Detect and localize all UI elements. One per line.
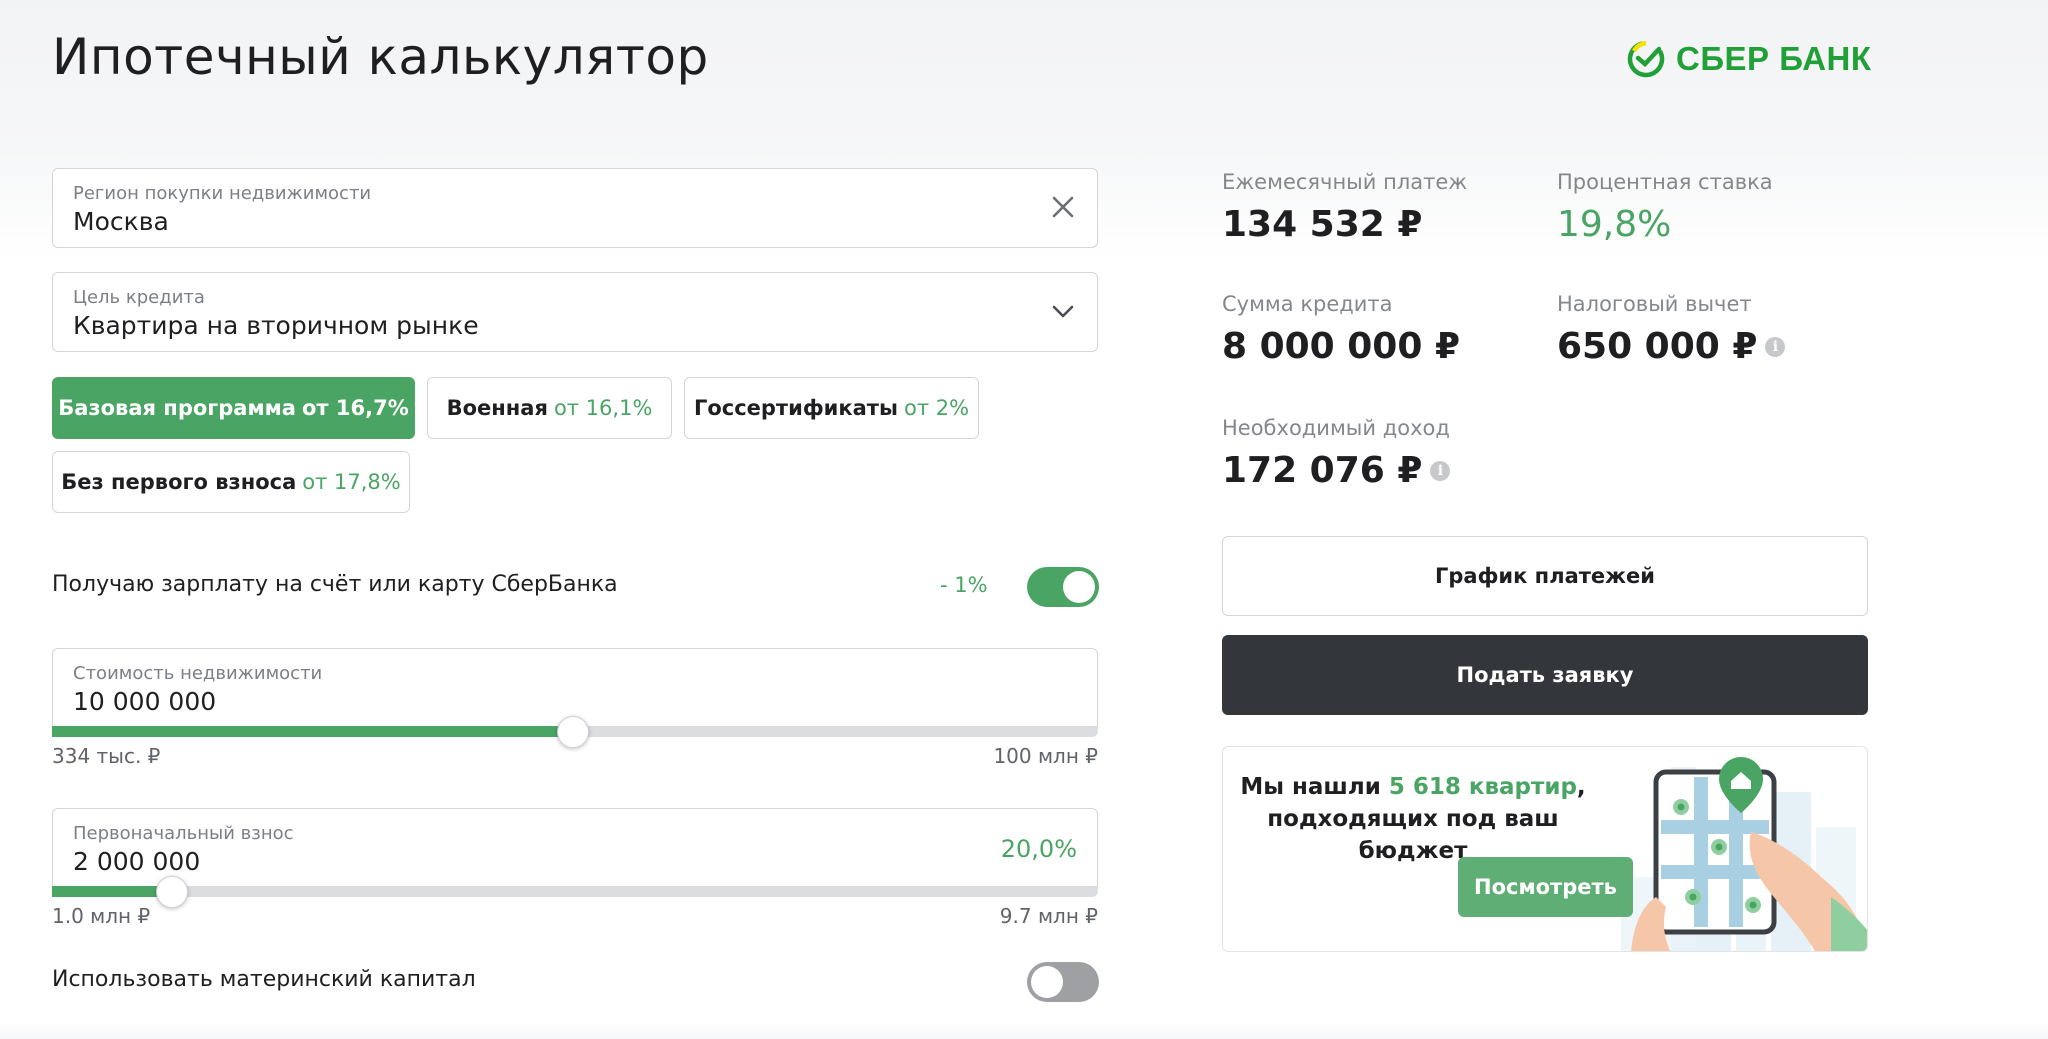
promo-highlight: 5 618 квартир <box>1388 774 1577 800</box>
info-icon[interactable]: i <box>1765 336 1786 357</box>
region-value: Москва <box>73 207 169 236</box>
monthly-payment-value: 134 532 ₽ <box>1222 204 1422 245</box>
program-name: Военная <box>446 396 548 420</box>
down-payment-slider[interactable] <box>52 876 1098 908</box>
toggle-knob <box>1063 571 1095 603</box>
down-payment-max: 9.7 млн ₽ <box>999 904 1098 928</box>
slider-thumb[interactable] <box>556 716 589 748</box>
program-chip-no-down-payment[interactable]: Без первого взноса от 17,8% <box>52 451 410 513</box>
brand-name: СБЕР БАНК <box>1676 40 1872 77</box>
promo-text-before: Мы нашли <box>1240 774 1389 800</box>
program-chip-military[interactable]: Военная от 16,1% <box>427 377 672 439</box>
loan-amount-label: Сумма кредита <box>1222 292 1393 316</box>
purpose-value: Квартира на вторичном рынке <box>73 311 479 340</box>
loan-amount-amount: 8 000 000 ₽ <box>1222 326 1460 367</box>
program-rate: от 2% <box>903 396 970 420</box>
region-label: Регион покупки недвижимости <box>73 183 372 204</box>
down-payment-field[interactable]: Первоначальный взнос 2 000 000 20,0% <box>52 808 1098 888</box>
apply-button[interactable]: Подать заявку <box>1222 635 1868 715</box>
purpose-select[interactable]: Цель кредита Квартира на вторичном рынке <box>52 272 1098 352</box>
promo-line2: подходящих под ваш бюджет <box>1267 806 1559 864</box>
chevron-down-icon[interactable] <box>1047 295 1079 327</box>
map-phone-illustration <box>1621 757 1867 951</box>
required-income-label: Необходимый доход <box>1222 416 1450 440</box>
purpose-label: Цель кредита <box>73 287 205 308</box>
program-rate: от 16,1% <box>553 396 653 420</box>
loan-amount-value: 8 000 000 ₽ <box>1222 326 1460 367</box>
down-payment-percent: 20,0% <box>1000 835 1077 863</box>
promo-text: Мы нашли 5 618 квартир, подходящих под в… <box>1223 771 1603 867</box>
salary-toggle[interactable] <box>1027 567 1099 607</box>
program-chip-certificates[interactable]: Госсертификаты от 2% <box>684 377 979 439</box>
property-cost-input[interactable]: 10 000 000 <box>73 687 216 716</box>
tax-deduction-amount: 650 000 ₽ <box>1557 326 1758 367</box>
slider-fill <box>52 726 572 737</box>
property-cost-label: Стоимость недвижимости <box>73 663 323 684</box>
program-chip-basic[interactable]: Базовая программа от 16,7% <box>52 377 415 439</box>
tax-deduction-label: Налоговый вычет <box>1557 292 1752 316</box>
region-field[interactable]: Регион покупки недвижимости Москва <box>52 168 1098 248</box>
promo-card: Мы нашли 5 618 квартир, подходящих под в… <box>1222 746 1868 952</box>
down-payment-input[interactable]: 2 000 000 <box>73 847 200 876</box>
property-cost-min: 334 тыс. ₽ <box>52 744 161 768</box>
view-apartments-button[interactable]: Посмотреть <box>1458 857 1633 917</box>
down-payment-min: 1.0 млн ₽ <box>52 904 151 928</box>
promo-text-after: , <box>1576 774 1586 800</box>
sber-logo-icon <box>1627 40 1665 78</box>
required-income-amount: 172 076 ₽ <box>1222 450 1423 491</box>
sber-logo[interactable]: СБЕР БАНК <box>1626 38 1872 80</box>
down-payment-label: Первоначальный взнос <box>73 823 294 844</box>
program-name: Базовая программа <box>58 396 296 420</box>
slider-thumb[interactable] <box>156 876 189 908</box>
maternity-capital-toggle[interactable] <box>1027 962 1099 1002</box>
property-cost-slider[interactable] <box>52 716 1098 748</box>
info-icon[interactable]: i <box>1430 460 1451 481</box>
program-rate: от 17,8% <box>302 470 401 494</box>
interest-rate-label: Процентная ставка <box>1557 170 1773 194</box>
required-income-value: 172 076 ₽ i <box>1222 450 1451 491</box>
monthly-payment-amount: 134 532 ₽ <box>1222 204 1423 245</box>
interest-rate-value: 19,8% <box>1557 204 1671 245</box>
payment-schedule-button[interactable]: График платежей <box>1222 536 1868 616</box>
program-name: Без первого взноса <box>61 470 297 494</box>
property-cost-max: 100 млн ₽ <box>993 744 1098 768</box>
salary-label: Получаю зарплату на счёт или карту СберБ… <box>52 572 618 597</box>
program-rate: от 16,7% <box>301 396 409 420</box>
page-title: Ипотечный калькулятор <box>52 28 709 86</box>
program-name: Госсертификаты <box>693 396 898 420</box>
tax-deduction-value: 650 000 ₽ i <box>1557 326 1786 367</box>
maternity-capital-label: Использовать материнский капитал <box>52 967 476 992</box>
slider-fill <box>52 886 172 897</box>
monthly-payment-label: Ежемесячный платеж <box>1222 170 1468 194</box>
interest-rate-amount: 19,8% <box>1557 204 1672 245</box>
salary-discount: - 1% <box>940 573 988 597</box>
close-icon[interactable] <box>1047 191 1079 223</box>
toggle-knob <box>1031 966 1063 998</box>
